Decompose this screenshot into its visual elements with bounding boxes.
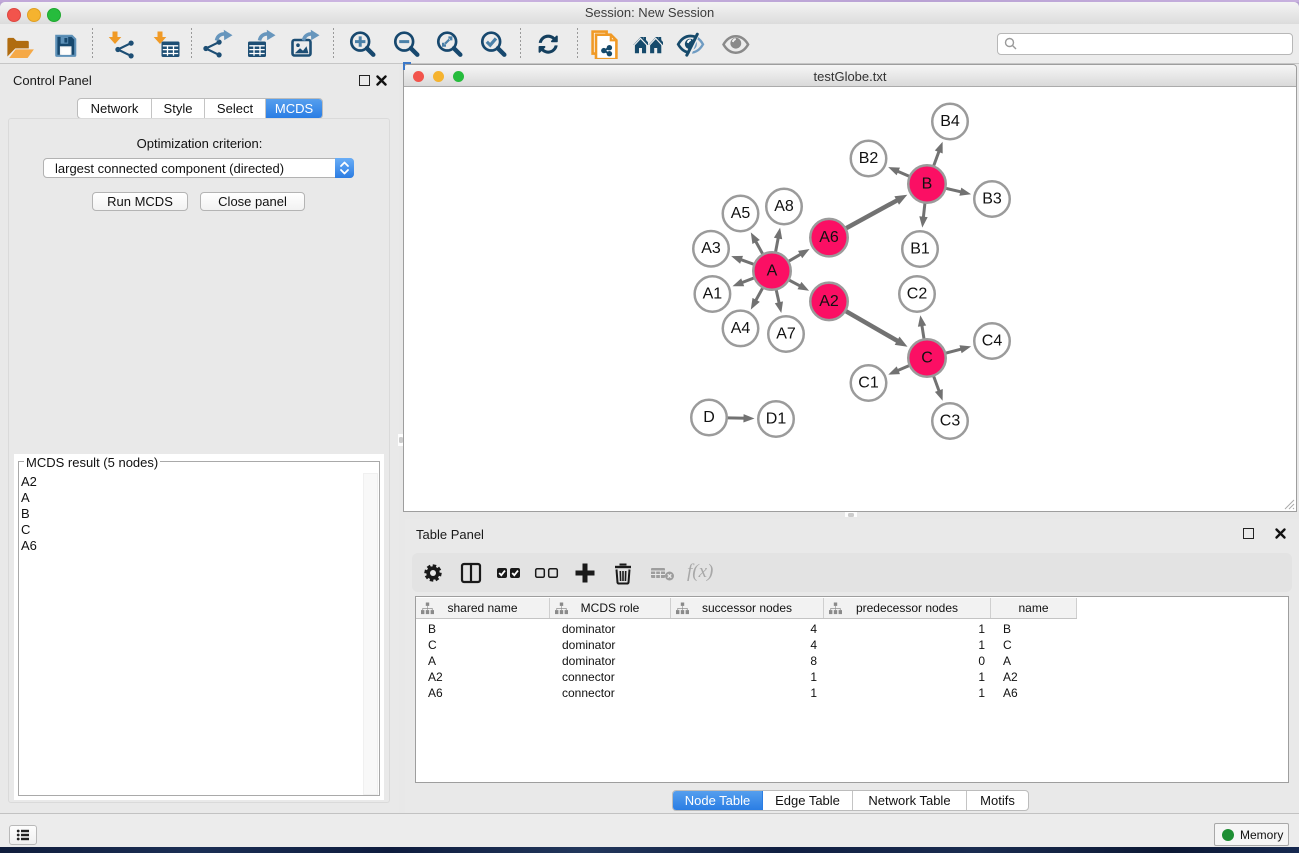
svg-text:C4: C4 [982,333,1003,350]
svg-text:C2: C2 [907,286,928,303]
svg-text:A6: A6 [819,229,839,246]
svg-text:A2: A2 [819,293,839,310]
svg-text:B3: B3 [982,191,1002,208]
svg-text:C3: C3 [940,413,961,430]
svg-text:B: B [922,176,933,193]
svg-text:C1: C1 [858,375,879,392]
svg-text:B1: B1 [910,241,930,258]
svg-text:A: A [767,263,778,280]
svg-text:A8: A8 [774,198,794,215]
svg-text:C: C [921,350,933,367]
svg-text:A7: A7 [776,326,796,343]
svg-text:D1: D1 [766,411,787,428]
svg-text:B4: B4 [940,113,960,130]
svg-text:A3: A3 [701,240,721,257]
svg-text:A5: A5 [731,205,751,222]
svg-text:D: D [703,409,715,426]
svg-text:A1: A1 [703,286,723,303]
svg-text:A4: A4 [731,320,751,337]
svg-text:B2: B2 [859,150,879,167]
